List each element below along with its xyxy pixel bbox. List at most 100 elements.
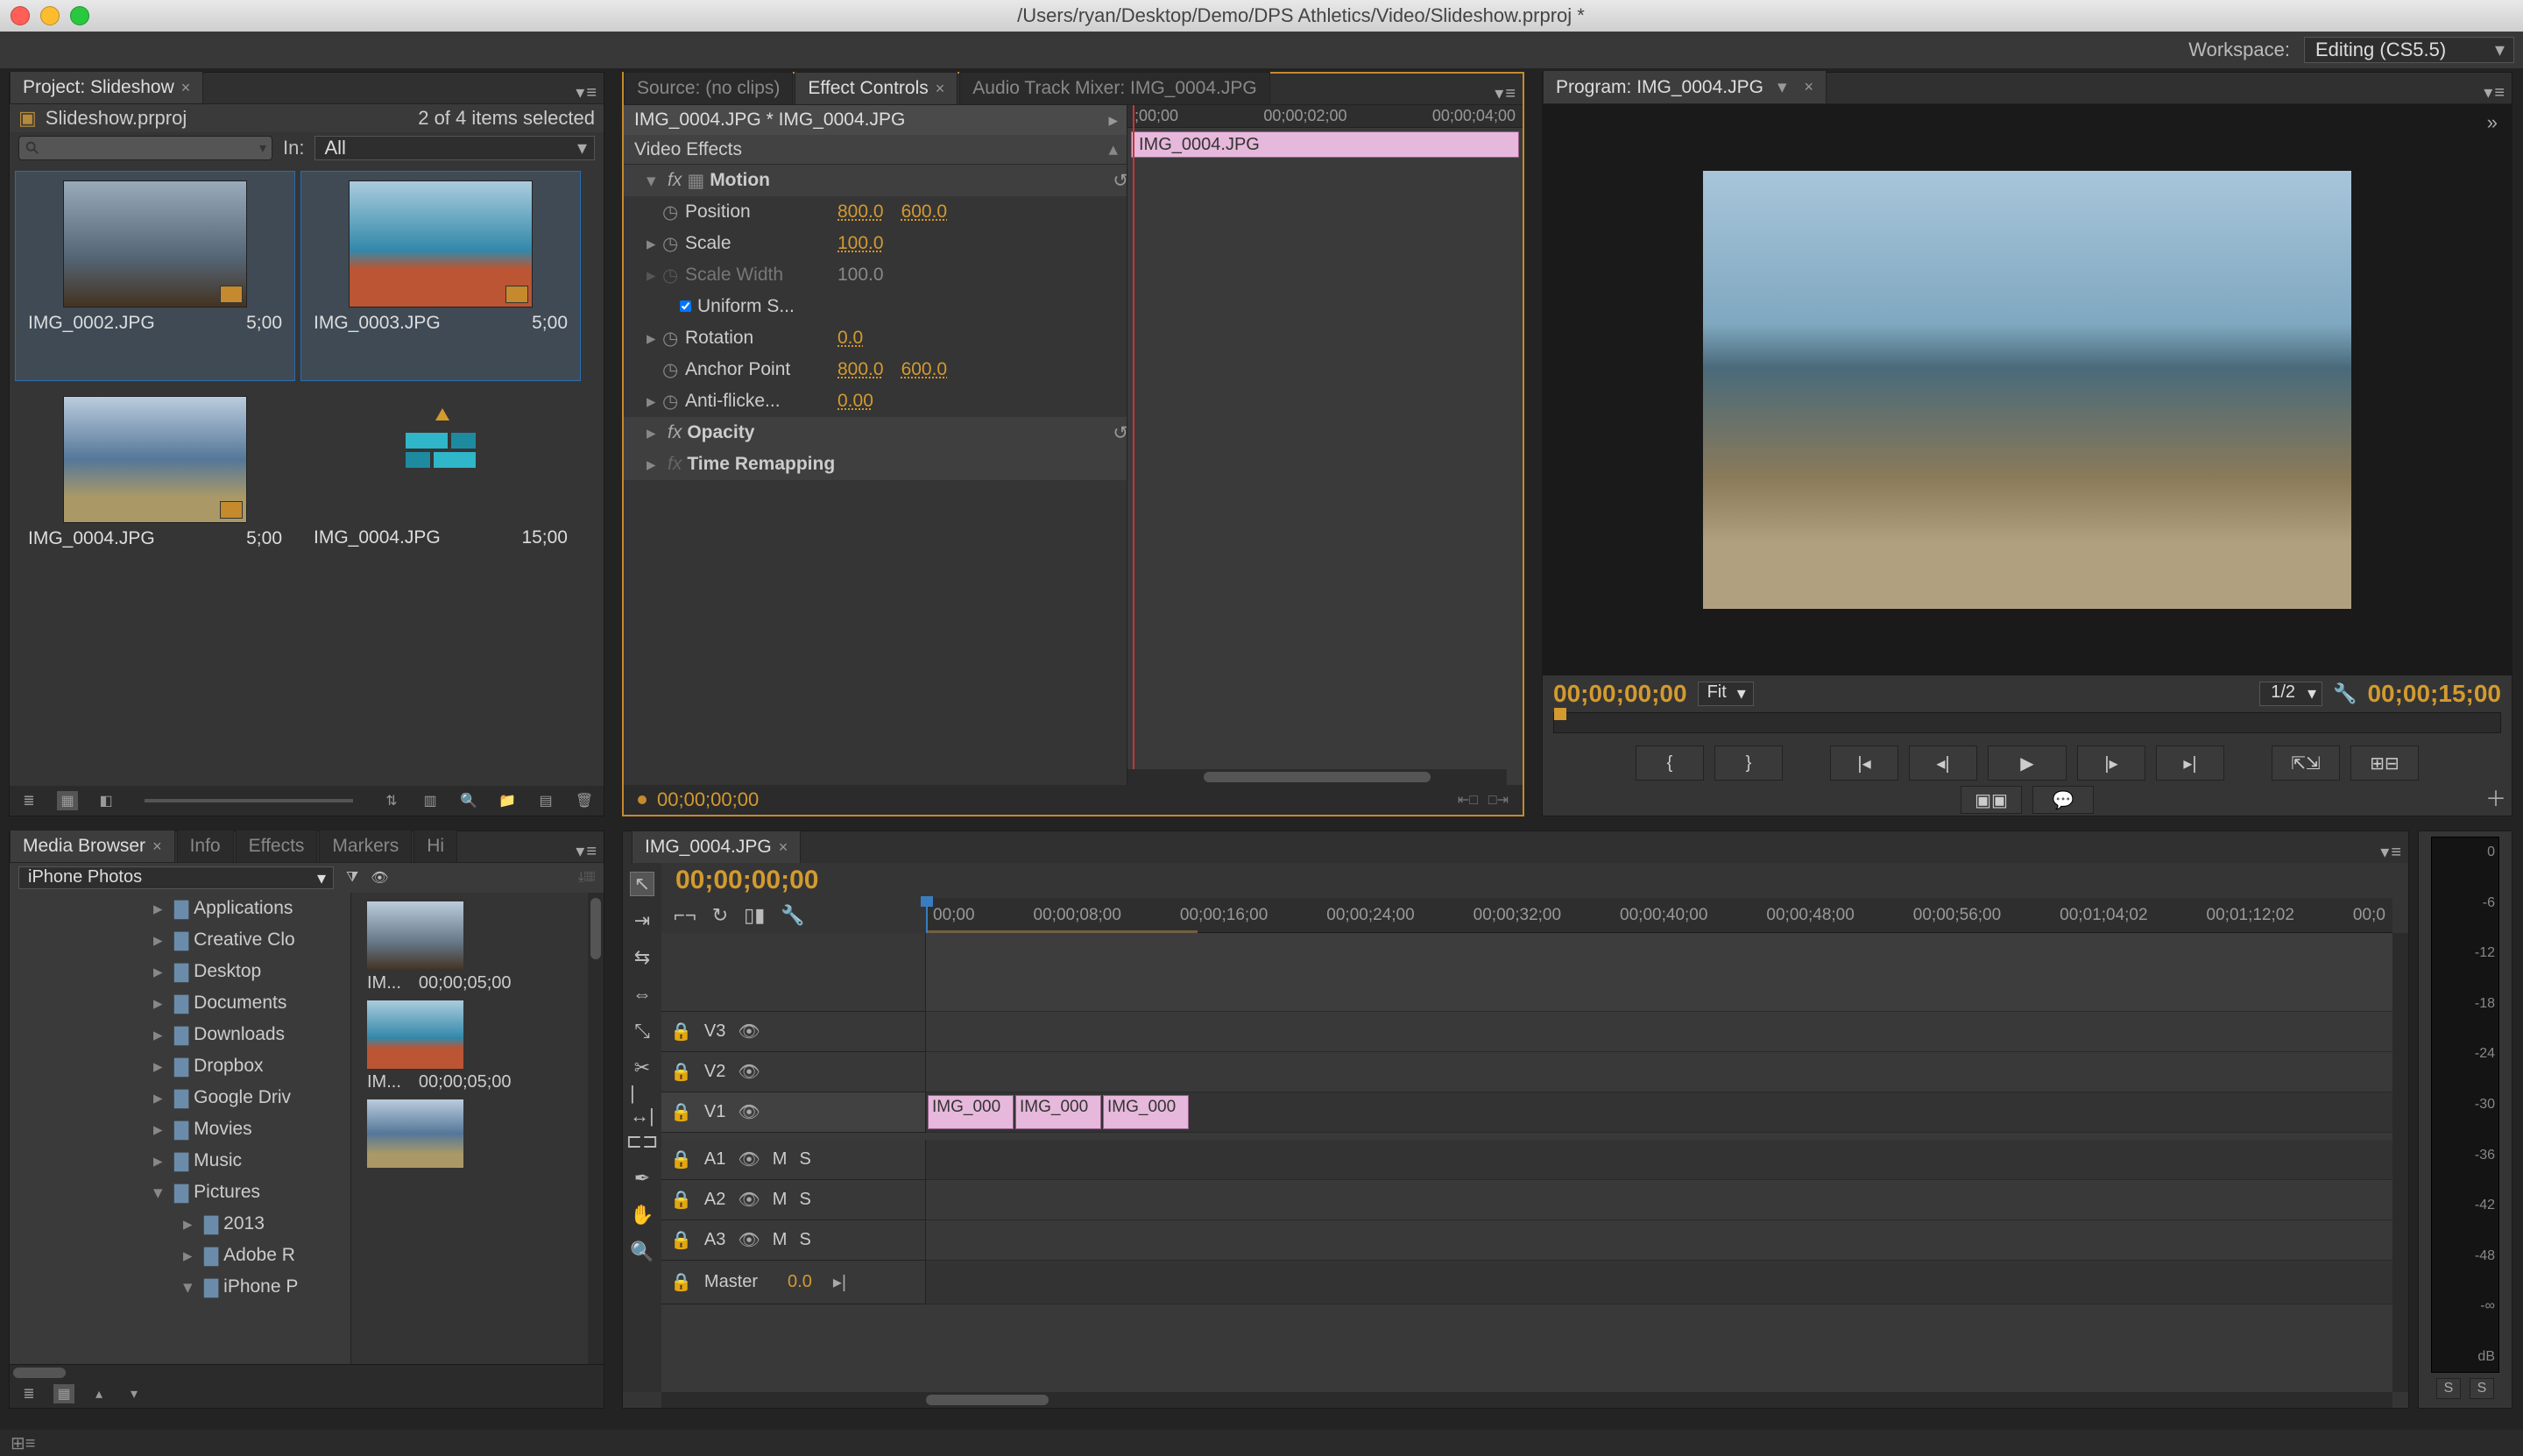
twirl-icon[interactable]: ▾ — [647, 170, 662, 192]
selection-tool-icon[interactable]: ↖ — [630, 872, 654, 896]
settings-icon[interactable]: 🔧 — [2333, 682, 2357, 705]
close-icon[interactable]: × — [181, 79, 191, 97]
ec-timeline-lane[interactable]: ;00;00 00;00;02;00 00;00;04;00 IMG_0004.… — [1127, 105, 1523, 785]
hand-tool-icon[interactable]: ✋ — [630, 1203, 654, 1227]
project-item[interactable]: IMG_0002.JPG5;00 — [15, 171, 295, 381]
project-item[interactable]: IMG_0003.JPG5;00 — [300, 171, 581, 381]
tree-row[interactable]: ▸▇Dropbox — [10, 1050, 350, 1082]
playhead-arrow-icon[interactable]: ▸ — [1108, 110, 1118, 131]
twirl-icon[interactable]: ▸ — [647, 265, 662, 286]
mute-button[interactable]: M — [773, 1230, 788, 1250]
timeline-clip[interactable]: IMG_000 — [928, 1095, 1014, 1129]
track-header-a1[interactable]: 🔒A1👁MS — [661, 1140, 926, 1180]
mark-in-button[interactable]: { — [1636, 746, 1704, 781]
mb-thumb-item[interactable]: IM...00;00;05;00 — [357, 901, 598, 993]
find-icon[interactable]: 🔍 — [458, 791, 479, 810]
pen-tool-icon[interactable]: ✒ — [630, 1166, 654, 1191]
eye-icon[interactable]: 👁 — [738, 1189, 760, 1211]
track-select-tool-icon[interactable]: ⇥ — [630, 908, 654, 933]
tree-row[interactable]: ▸▇Downloads — [10, 1019, 350, 1050]
twirl-icon[interactable]: ▸ — [153, 1119, 169, 1141]
track-header-v2[interactable]: 🔒V2👁 — [661, 1052, 926, 1092]
track-header-a2[interactable]: 🔒A2👁MS — [661, 1180, 926, 1220]
list-view-icon[interactable]: ≣ — [18, 791, 39, 810]
mb-thumb-item[interactable]: IM...00;00;05;00 — [357, 1000, 598, 1092]
sort-icon[interactable]: ⇅ — [381, 791, 402, 810]
program-scrub-bar[interactable] — [1553, 712, 2501, 733]
rate-stretch-tool-icon[interactable]: ⤡ — [630, 1019, 654, 1043]
sequence-tab[interactable]: IMG_0004.JPG× — [632, 830, 801, 863]
mac-close-button[interactable] — [11, 6, 30, 25]
rotation-value[interactable]: 0.0 — [837, 328, 863, 349]
tree-row[interactable]: ▸▇Applications — [10, 893, 350, 924]
overwrite-button[interactable]: 💬 — [2032, 786, 2094, 814]
extract-button[interactable]: ⊞⊟ — [2350, 746, 2419, 781]
ec-playhead[interactable] — [1133, 105, 1134, 785]
tree-row[interactable]: ▸▇2013 — [10, 1208, 350, 1240]
twirl-icon[interactable]: ▸ — [647, 328, 662, 350]
opacity-label[interactable]: Opacity — [687, 422, 754, 443]
zoom-tool-icon[interactable]: 🔍 — [630, 1240, 654, 1264]
icon-view-icon[interactable]: ▦ — [57, 791, 78, 810]
transform-icon[interactable]: ▦ — [687, 170, 704, 192]
filter-icon[interactable]: ⧩ — [346, 870, 358, 886]
zoom-slider[interactable] — [145, 799, 353, 802]
ec-ruler[interactable]: ;00;00 00;00;02;00 00;00;04;00 — [1127, 105, 1523, 128]
tree-row[interactable]: ▸▇Documents — [10, 987, 350, 1019]
mb-h-scrollbar[interactable] — [10, 1364, 604, 1380]
freeform-view-icon[interactable]: ◧ — [95, 791, 117, 810]
lock-icon[interactable]: 🔒 — [670, 1061, 692, 1083]
twirl-icon[interactable]: ▸ — [153, 993, 169, 1014]
ripple-tool-icon[interactable]: ⇆ — [630, 945, 654, 970]
stopwatch-icon[interactable]: ◷ — [662, 233, 680, 255]
mac-zoom-button[interactable] — [70, 6, 89, 25]
tree-row[interactable]: ▸▇Music — [10, 1145, 350, 1177]
play-button[interactable]: ▶ — [1988, 746, 2067, 781]
close-icon[interactable]: × — [779, 838, 788, 857]
track-lane-a1[interactable] — [926, 1140, 2392, 1180]
timeline-timecode[interactable]: 00;00;00;00 — [675, 866, 818, 895]
program-tab[interactable]: Program: IMG_0004.JPG▾× — [1543, 70, 1827, 103]
new-bin-icon[interactable]: 📁 — [497, 791, 518, 810]
twirl-icon[interactable]: ▸ — [153, 1150, 169, 1172]
close-icon[interactable]: × — [152, 838, 162, 856]
anchor-x-value[interactable]: 800.0 — [837, 359, 884, 380]
effects-tab[interactable]: Effects — [236, 830, 318, 862]
track-lane-v1[interactable]: IMG_000 IMG_000 IMG_000 — [926, 1092, 2392, 1133]
program-timecode-left[interactable]: 00;00;00;00 — [1553, 680, 1687, 708]
timeline-settings-icon[interactable]: 🔧 — [781, 904, 804, 927]
eye-icon[interactable]: 👁 — [738, 1229, 760, 1251]
import-icon[interactable]: ⤓▦ — [578, 870, 595, 886]
project-item[interactable]: IMG_0004.JPG5;00 — [15, 386, 295, 597]
mb-thumb-item[interactable] — [357, 1099, 598, 1168]
audio-mixer-tab[interactable]: Audio Track Mixer: IMG_0004.JPG — [959, 72, 1269, 104]
track-lane-master[interactable] — [926, 1261, 2392, 1304]
ec-clip[interactable]: IMG_0004.JPG — [1131, 131, 1519, 158]
go-to-out-button[interactable]: ▸| — [2156, 746, 2224, 781]
track-lane-a2[interactable] — [926, 1180, 2392, 1220]
mute-button[interactable]: M — [773, 1190, 788, 1210]
track-header-v3[interactable]: 🔒V3👁 — [661, 1012, 926, 1052]
razor-tool-icon[interactable]: ✂ — [630, 1056, 654, 1080]
go-to-end-icon[interactable]: ▸| — [833, 1271, 846, 1293]
master-volume-value[interactable]: 0.0 — [788, 1272, 812, 1292]
slip-tool-icon[interactable]: |↔| — [630, 1092, 654, 1117]
twirl-icon[interactable]: ▸ — [153, 1087, 169, 1109]
twirl-icon[interactable]: ▸ — [153, 1056, 169, 1078]
scale-value[interactable]: 100.0 — [837, 233, 884, 254]
mac-minimize-button[interactable] — [40, 6, 60, 25]
antiflicker-value[interactable]: 0.00 — [837, 391, 873, 412]
project-filter-dropdown[interactable]: All — [314, 136, 595, 160]
track-lane-v2[interactable] — [926, 1052, 2392, 1092]
timeline-ruler[interactable]: 00;0000;00;08;0000;00;16;0000;00;24;0000… — [926, 898, 2392, 933]
eye-icon[interactable]: 👁 — [738, 1149, 760, 1170]
track-lane-a3[interactable] — [926, 1220, 2392, 1261]
thumb-view-icon[interactable]: ▦ — [53, 1384, 74, 1403]
mb-folder-tree[interactable]: ▸▇Applications▸▇Creative Clo▸▇Desktop▸▇D… — [10, 893, 351, 1378]
resolution-dropdown[interactable]: 1/2 — [2259, 682, 2322, 706]
step-back-button[interactable]: ◂| — [1909, 746, 1977, 781]
fx-badge-icon[interactable]: fx — [668, 422, 682, 443]
twirl-icon[interactable]: ▾ — [153, 1182, 169, 1204]
timeline-clip[interactable]: IMG_000 — [1103, 1095, 1189, 1129]
solo-button[interactable]: S — [799, 1149, 810, 1170]
